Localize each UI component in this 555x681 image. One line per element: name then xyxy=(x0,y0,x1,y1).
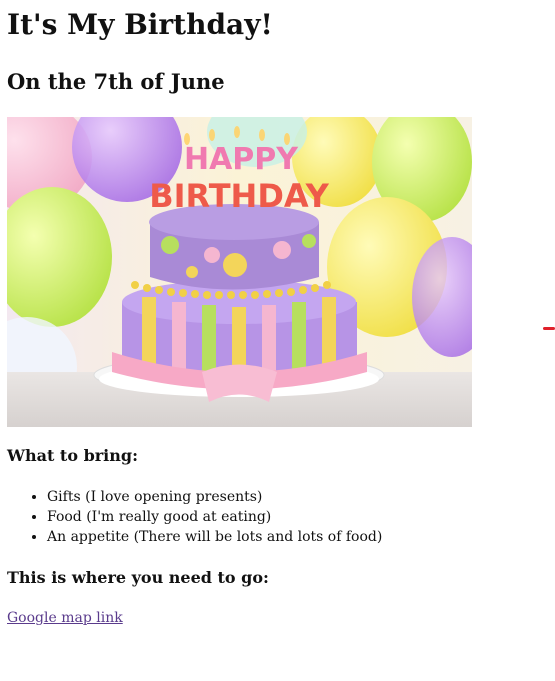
list-item: Gifts (I love opening presents) xyxy=(47,487,382,507)
location-heading: This is where you need to go: xyxy=(7,568,269,587)
birthday-cake-image: HAPPY BIRTHDAY xyxy=(7,117,472,427)
bring-list: Gifts (I love opening presents) Food (I'… xyxy=(7,487,382,547)
candle-text-bottom: BIRTHDAY xyxy=(149,177,329,215)
list-item: An appetite (There will be lots and lots… xyxy=(47,527,382,547)
red-marker xyxy=(543,327,555,330)
page-title: It's My Birthday! xyxy=(7,8,273,41)
page-subtitle: On the 7th of June xyxy=(7,69,225,94)
list-item: Food (I'm really good at eating) xyxy=(47,507,382,527)
what-to-bring-heading: What to bring: xyxy=(7,446,138,465)
candle-text-top: HAPPY xyxy=(184,142,299,177)
google-map-link[interactable]: Google map link xyxy=(7,610,123,626)
birthday-cake-illustration: HAPPY BIRTHDAY xyxy=(7,117,472,427)
